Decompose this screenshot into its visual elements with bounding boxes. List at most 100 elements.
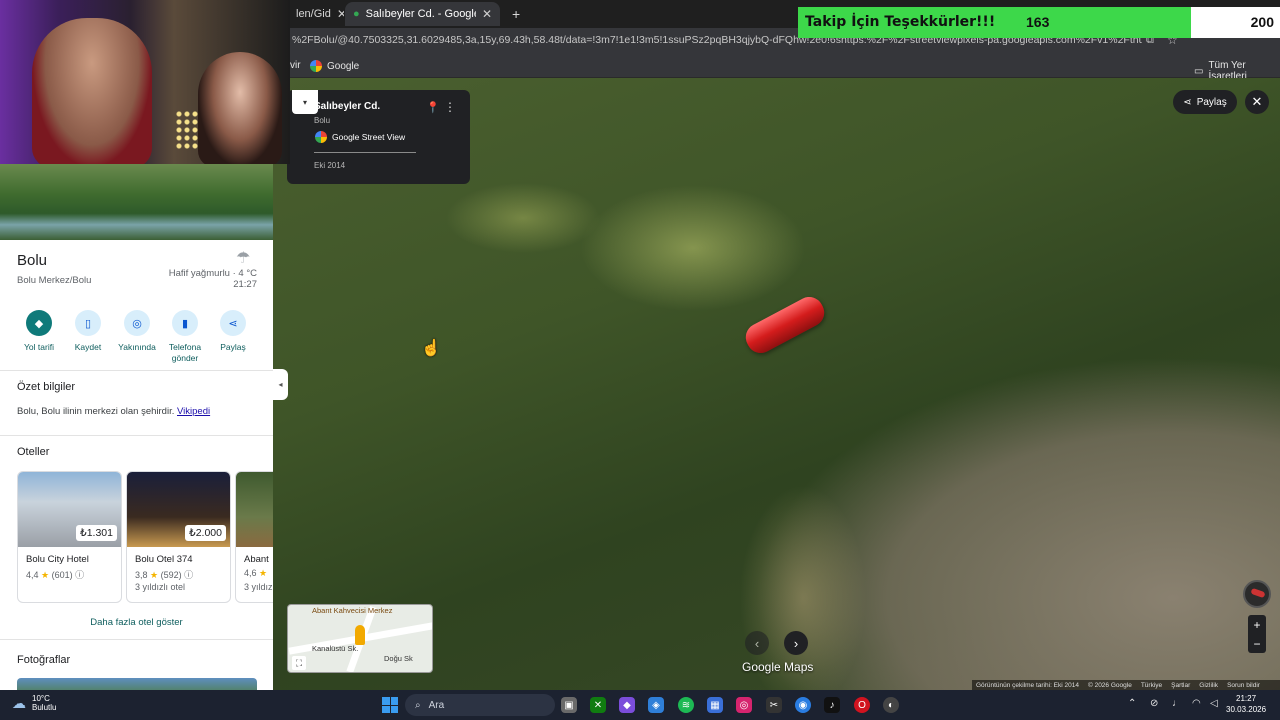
weather-widget[interactable]: ☁ 10°C Bulutlu bbox=[12, 694, 56, 712]
more-options-icon[interactable]: ⋮ bbox=[444, 100, 456, 114]
tiktok-icon[interactable]: ♪ bbox=[824, 697, 840, 713]
tab-google-maps[interactable]: ● Salıbeyler Cd. - Google Haritala ✕ bbox=[345, 2, 500, 26]
country[interactable]: Türkiye bbox=[1141, 682, 1162, 689]
info-icon[interactable]: ⓘ bbox=[75, 570, 84, 580]
save-button[interactable]: ▯ Kaydet bbox=[65, 310, 111, 353]
star-icon: ★ bbox=[41, 570, 50, 580]
streamer-avatar bbox=[32, 18, 152, 164]
volume-icon[interactable]: ◁ bbox=[1210, 698, 1218, 709]
street-label: Kanalüstü Sk. bbox=[312, 644, 359, 653]
directions-button[interactable]: ◆ Yol tarifi bbox=[16, 310, 62, 353]
pegman-icon[interactable] bbox=[355, 625, 365, 645]
hotel-card[interactable]: ₺2.000 Bolu Otel 374 3,8 ★ (592) ⓘ 3 yıl… bbox=[126, 471, 231, 603]
info-icon[interactable]: ⓘ bbox=[184, 570, 193, 580]
task-view-icon[interactable]: ▣ bbox=[561, 697, 577, 713]
taskbar-search[interactable]: ⌕ Ara bbox=[405, 694, 555, 716]
hotel-class: 3 yıldız bbox=[244, 582, 273, 592]
mini-map[interactable]: Abant Kahvecisi Merkez Kanalüstü Sk. Doğ… bbox=[287, 604, 433, 673]
copyright: © 2026 Google bbox=[1087, 681, 1132, 689]
xbox-icon[interactable]: ✕ bbox=[590, 697, 606, 713]
expand-icon[interactable]: ⛶ bbox=[292, 656, 306, 670]
rain-icon: ☂ bbox=[236, 250, 251, 267]
hotel-rating: 4,4 ★ (601) ⓘ bbox=[26, 568, 84, 581]
goal-current: 163 bbox=[1026, 14, 1050, 30]
summary-body: Bolu, Bolu ilinin merkezi olan şehirdir. bbox=[17, 406, 175, 417]
location-pin-icon[interactable]: 📍 bbox=[426, 101, 440, 114]
compass-icon[interactable] bbox=[1243, 580, 1271, 608]
zoom-control[interactable]: + − bbox=[1248, 615, 1266, 653]
previous-button[interactable]: ‹ bbox=[745, 631, 769, 655]
next-button[interactable]: › bbox=[784, 631, 808, 655]
network-icon[interactable]: ⊘ bbox=[1150, 698, 1158, 709]
star-icon: ★ bbox=[150, 570, 159, 580]
google-icon bbox=[315, 131, 327, 143]
wifi-icon[interactable]: ◠ bbox=[1192, 698, 1201, 709]
chevron-up-icon[interactable]: ⌃ bbox=[1128, 698, 1136, 709]
directions-icon: ◆ bbox=[26, 310, 52, 336]
new-tab-button[interactable]: + bbox=[504, 2, 524, 26]
system-clock[interactable]: 21:27 30.03.2026 bbox=[1226, 693, 1266, 715]
app-icon[interactable]: ◆ bbox=[619, 697, 635, 713]
hotel-card[interactable]: ₺1.301 Bolu City Hotel 4,4 ★ (601) ⓘ bbox=[17, 471, 122, 603]
cloud-icon: ☁ bbox=[12, 694, 26, 711]
report-link[interactable]: Sorun bildir bbox=[1227, 682, 1260, 689]
hotel-class: 3 yıldızlı otel bbox=[135, 582, 186, 592]
review-count: (592) bbox=[160, 570, 182, 580]
share-icon: ⋖ bbox=[220, 310, 246, 336]
hotel-name: Bolu Otel 374 bbox=[135, 554, 193, 565]
place-photo[interactable] bbox=[17, 678, 257, 690]
source-link[interactable]: Google Street View bbox=[315, 131, 405, 143]
street-view-info-card: ▾ Salıbeyler Cd. Bolu 📍 ⋮ Google Street … bbox=[287, 90, 470, 184]
rating-value: 3,8 bbox=[135, 570, 148, 580]
copilot-icon[interactable]: ◈ bbox=[648, 697, 664, 713]
terms-link[interactable]: Şartlar bbox=[1171, 682, 1190, 689]
hotel-photo: ₺2.000 bbox=[127, 472, 230, 547]
tab-label: len/Gid bbox=[296, 8, 331, 20]
spotify-icon[interactable]: ≋ bbox=[678, 697, 694, 713]
start-button[interactable] bbox=[382, 697, 398, 713]
opera-icon[interactable]: O bbox=[854, 697, 870, 713]
phone-icon: ▮ bbox=[172, 310, 198, 336]
capture-date[interactable]: Eki 2014 bbox=[314, 161, 345, 170]
source-label: Google Street View bbox=[332, 132, 406, 142]
place-photo[interactable] bbox=[0, 164, 273, 240]
wikipedia-link[interactable]: Vikipedi bbox=[177, 406, 210, 417]
capture-date-text: Görüntünün çekilme tarihi: Eki 2014 bbox=[976, 681, 1079, 689]
search-label: Ara bbox=[428, 699, 445, 711]
condition: Bulutlu bbox=[32, 703, 57, 712]
share-icon: ⋖ bbox=[1183, 96, 1192, 108]
more-hotels-link[interactable]: Daha fazla otel göster bbox=[0, 617, 273, 628]
temperature: 10°C bbox=[32, 694, 50, 703]
send-to-phone-button[interactable]: ▮ Telefona gönder bbox=[162, 310, 208, 364]
tab-label: Salıbeyler Cd. - Google Haritala bbox=[365, 8, 476, 20]
close-icon[interactable]: ✕ bbox=[337, 7, 344, 21]
place-subtitle: Bolu Merkez/Bolu bbox=[17, 275, 92, 286]
close-icon[interactable]: ✕ bbox=[482, 7, 492, 21]
review-count: (601) bbox=[51, 570, 73, 580]
privacy-link[interactable]: Gizlilik bbox=[1199, 682, 1218, 689]
folder-icon: ▭ bbox=[1194, 65, 1204, 77]
chrome-icon[interactable]: ◉ bbox=[795, 697, 811, 713]
clock-date: 30.03.2026 bbox=[1226, 705, 1267, 714]
store-icon[interactable]: ▦ bbox=[707, 697, 723, 713]
microphone-icon[interactable]: ♩ bbox=[1172, 698, 1182, 709]
street-label: Doğu Sk bbox=[384, 654, 413, 663]
cursor-hand-icon: ☝ bbox=[421, 340, 441, 357]
nearby-icon: ◎ bbox=[124, 310, 150, 336]
bookmark-label: Google bbox=[327, 60, 360, 72]
share-button[interactable]: ⋖ Paylaş bbox=[1173, 90, 1237, 114]
instagram-icon[interactable]: ◎ bbox=[736, 697, 752, 713]
tab-previous[interactable]: len/Gid ✕ bbox=[288, 2, 344, 26]
bookmark-google[interactable]: Google bbox=[310, 60, 359, 72]
hotel-card[interactable]: Abant 4,6 ★ 3 yıldız bbox=[235, 471, 273, 603]
zoom-out-icon[interactable]: − bbox=[1253, 637, 1260, 651]
close-street-view-button[interactable]: ✕ bbox=[1245, 90, 1269, 114]
bookmark-fragment[interactable]: vir bbox=[290, 60, 301, 71]
nearby-button[interactable]: ◎ Yakınında bbox=[114, 310, 160, 353]
capcut-icon[interactable]: ✂ bbox=[766, 697, 782, 713]
collapse-panel-button[interactable]: ◂ bbox=[273, 369, 288, 400]
zoom-in-icon[interactable]: + bbox=[1253, 618, 1260, 632]
obs-icon[interactable]: ◐ bbox=[883, 697, 899, 713]
goal-target: 200 bbox=[1250, 14, 1274, 30]
share-place-button[interactable]: ⋖ Paylaş bbox=[210, 310, 256, 353]
